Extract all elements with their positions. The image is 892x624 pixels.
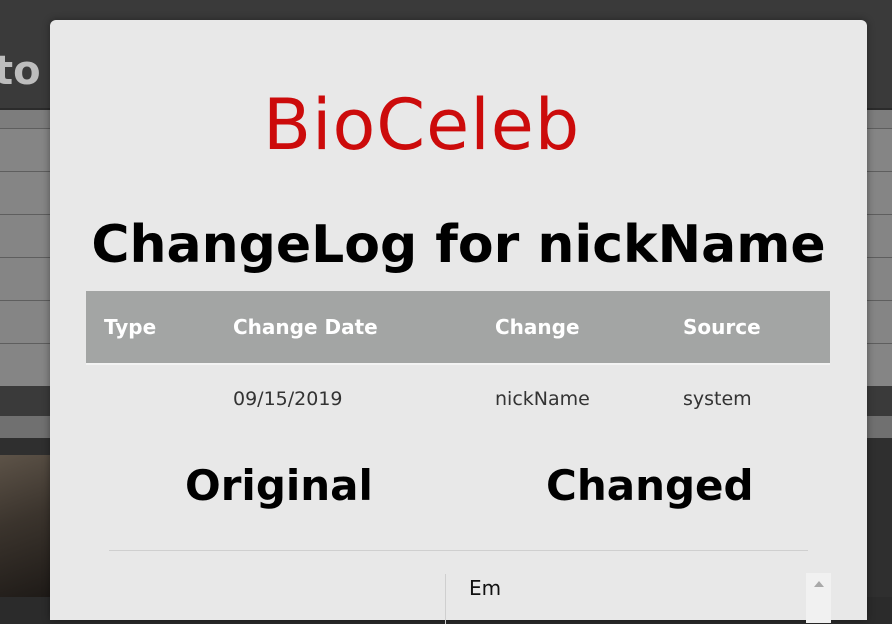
table-row[interactable]: 09/15/2019 nickName system [86, 364, 830, 433]
cell-change: nickName [495, 388, 590, 410]
scrollbar[interactable] [806, 573, 831, 623]
column-separator [445, 574, 446, 624]
scroll-up-arrow-icon[interactable] [814, 581, 824, 587]
cell-change-date: 09/15/2019 [233, 388, 343, 410]
bioceleb-logo: BioCeleb [263, 84, 581, 166]
column-header-change-date[interactable]: Change Date [233, 291, 495, 365]
column-header-source[interactable]: Source [683, 291, 830, 365]
section-divider [109, 550, 808, 551]
changelog-modal: BioCeleb ChangeLog for nickName Type Cha… [50, 20, 867, 624]
cell-source: system [683, 388, 752, 410]
column-header-type[interactable]: Type [86, 291, 233, 365]
cell-type [86, 364, 233, 433]
changed-heading: Changed [546, 461, 754, 510]
background-title: to [0, 48, 41, 94]
changed-value: Em [469, 576, 502, 600]
changelog-table: Type Change Date Change Source 09/15/201… [86, 291, 830, 433]
original-heading: Original [185, 461, 373, 510]
background-photo [0, 455, 50, 597]
modal-title: ChangeLog for nickName [91, 215, 826, 275]
column-header-change[interactable]: Change [495, 291, 683, 365]
table-header-row: Type Change Date Change Source [86, 291, 830, 365]
